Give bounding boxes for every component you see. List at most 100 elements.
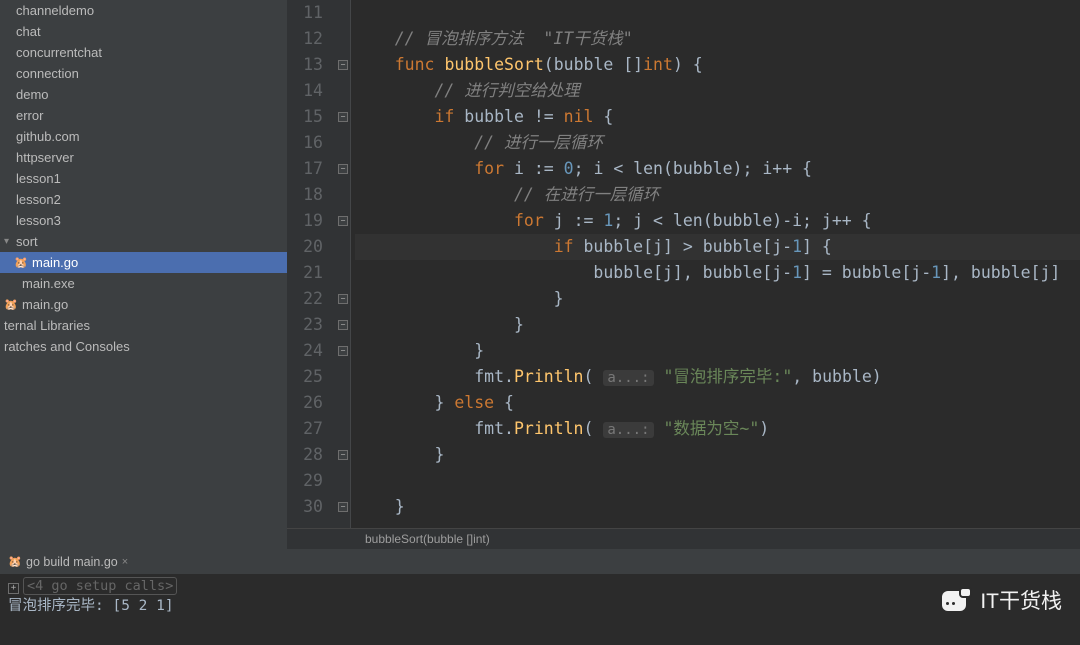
code-line[interactable]: if bubble[j] > bubble[j-1] {	[355, 234, 1080, 260]
code-line[interactable]: }	[355, 494, 1080, 520]
external-libraries[interactable]: ternal Libraries	[0, 315, 287, 336]
code-line[interactable]: // 进行判空给处理	[355, 78, 1080, 104]
line-number: 15	[287, 104, 323, 130]
line-number: 20	[287, 234, 323, 260]
file-icon	[4, 277, 18, 291]
code-line[interactable]: for i := 0; i < len(bubble); i++ {	[355, 156, 1080, 182]
line-number: 29	[287, 468, 323, 494]
item-label: github.com	[16, 129, 80, 144]
line-gutter: 1112131415161718192021222324252627282930	[287, 0, 335, 528]
item-label: lesson3	[16, 213, 61, 228]
line-number: 25	[287, 364, 323, 390]
close-icon[interactable]: ×	[122, 556, 128, 568]
line-number: 23	[287, 312, 323, 338]
line-number: 27	[287, 416, 323, 442]
item-label: httpserver	[16, 150, 74, 165]
file-item[interactable]: 🐹 main.go	[0, 294, 287, 315]
console-tab-run[interactable]: 🐹 go build main.go ×	[4, 552, 132, 572]
code-line[interactable]: // 冒泡排序方法 "IT干货栈"	[355, 26, 1080, 52]
folder-item[interactable]: ▾ sort	[0, 231, 287, 252]
fold-open-icon[interactable]: −	[338, 112, 348, 122]
folder-item[interactable]: chat	[0, 21, 287, 42]
folder-item[interactable]: github.com	[0, 126, 287, 147]
line-number: 17	[287, 156, 323, 182]
scratches-consoles[interactable]: ratches and Consoles	[0, 336, 287, 357]
go-icon: 🐹	[8, 555, 22, 569]
caret-icon: ▾	[4, 236, 12, 247]
editor-panel: 1112131415161718192021222324252627282930…	[287, 0, 1080, 549]
code-line[interactable]: }	[355, 442, 1080, 468]
item-label: lesson2	[16, 192, 61, 207]
item-label: concurrentchat	[16, 45, 102, 60]
line-number: 26	[287, 390, 323, 416]
code-line[interactable]: // 进行一层循环	[355, 130, 1080, 156]
fold-open-icon[interactable]: −	[338, 216, 348, 226]
folder-item[interactable]: concurrentchat	[0, 42, 287, 63]
folder-item[interactable]: connection	[0, 63, 287, 84]
line-number: 19	[287, 208, 323, 234]
fold-open-icon[interactable]: −	[338, 164, 348, 174]
folder-item[interactable]: error	[0, 105, 287, 126]
line-number: 13	[287, 52, 323, 78]
line-number: 14	[287, 78, 323, 104]
item-label: channeldemo	[16, 3, 94, 18]
line-number: 16	[287, 130, 323, 156]
fold-close-icon[interactable]: −	[338, 502, 348, 512]
line-number: 30	[287, 494, 323, 520]
line-number: 21	[287, 260, 323, 286]
code-editor[interactable]: 1112131415161718192021222324252627282930…	[287, 0, 1080, 528]
line-number: 11	[287, 0, 323, 26]
fold-close-icon[interactable]: −	[338, 320, 348, 330]
file-item[interactable]: main.exe	[0, 273, 287, 294]
item-label: main.go	[32, 255, 78, 270]
item-label: demo	[16, 87, 49, 102]
fold-close-icon[interactable]: −	[338, 346, 348, 356]
line-number: 28	[287, 442, 323, 468]
console-panel: 🐹 go build main.go × + <4 go setup calls>…	[0, 549, 1080, 645]
code-line[interactable]: fmt.Println( a...: "数据为空~")	[355, 416, 1080, 442]
line-number: 22	[287, 286, 323, 312]
code-line[interactable]: bubble[j], bubble[j-1] = bubble[j-1], bu…	[355, 260, 1080, 286]
console-output[interactable]: + <4 go setup calls> 冒泡排序完毕: [5 2 1]	[0, 574, 1080, 645]
code-line[interactable]: fmt.Println( a...: "冒泡排序完毕:", bubble)	[355, 364, 1080, 390]
code-line[interactable]: } else {	[355, 390, 1080, 416]
folded-calls[interactable]: <4 go setup calls>	[23, 577, 177, 595]
line-number: 24	[287, 338, 323, 364]
code-line[interactable]: for j := 1; j < len(bubble)-i; j++ {	[355, 208, 1080, 234]
code-line[interactable]: }	[355, 312, 1080, 338]
folder-item[interactable]: lesson3	[0, 210, 287, 231]
folder-item[interactable]: channeldemo	[0, 0, 287, 21]
code-line[interactable]	[355, 468, 1080, 494]
code-line[interactable]: if bubble != nil {	[355, 104, 1080, 130]
project-tree[interactable]: channeldemo chat concurrentchat connection d…	[0, 0, 287, 549]
line-number: 12	[287, 26, 323, 52]
folder-item[interactable]: lesson2	[0, 189, 287, 210]
code-line[interactable]	[355, 0, 1080, 26]
expand-icon[interactable]: +	[8, 583, 19, 594]
code-line[interactable]: }	[355, 338, 1080, 364]
item-label: main.go	[22, 297, 68, 312]
code-line[interactable]: // 在进行一层循环	[355, 182, 1080, 208]
item-label: main.exe	[22, 276, 75, 291]
go-file-icon: 🐹	[14, 256, 28, 270]
item-label: connection	[16, 66, 79, 81]
breadcrumb[interactable]: bubbleSort(bubble []int)	[287, 528, 1080, 549]
folder-item[interactable]: lesson1	[0, 168, 287, 189]
fold-close-icon[interactable]: −	[338, 450, 348, 460]
code-line[interactable]: func bubbleSort(bubble []int) {	[355, 52, 1080, 78]
go-file-icon: 🐹	[4, 298, 18, 312]
console-tabs[interactable]: 🐹 go build main.go ×	[0, 550, 1080, 574]
item-label: sort	[16, 234, 38, 249]
file-item[interactable]: 🐹 main.go	[0, 252, 287, 273]
fold-column[interactable]: − − − − − − − − −	[335, 0, 351, 528]
item-label: error	[16, 108, 43, 123]
console-output-line: 冒泡排序完毕: [5 2 1]	[8, 594, 1072, 615]
fold-open-icon[interactable]: −	[338, 60, 348, 70]
line-number: 18	[287, 182, 323, 208]
code-area[interactable]: // 冒泡排序方法 "IT干货栈" func bubbleSort(bubble…	[351, 0, 1080, 528]
folder-item[interactable]: demo	[0, 84, 287, 105]
folder-item[interactable]: httpserver	[0, 147, 287, 168]
item-label: lesson1	[16, 171, 61, 186]
code-line[interactable]: }	[355, 286, 1080, 312]
fold-close-icon[interactable]: −	[338, 294, 348, 304]
